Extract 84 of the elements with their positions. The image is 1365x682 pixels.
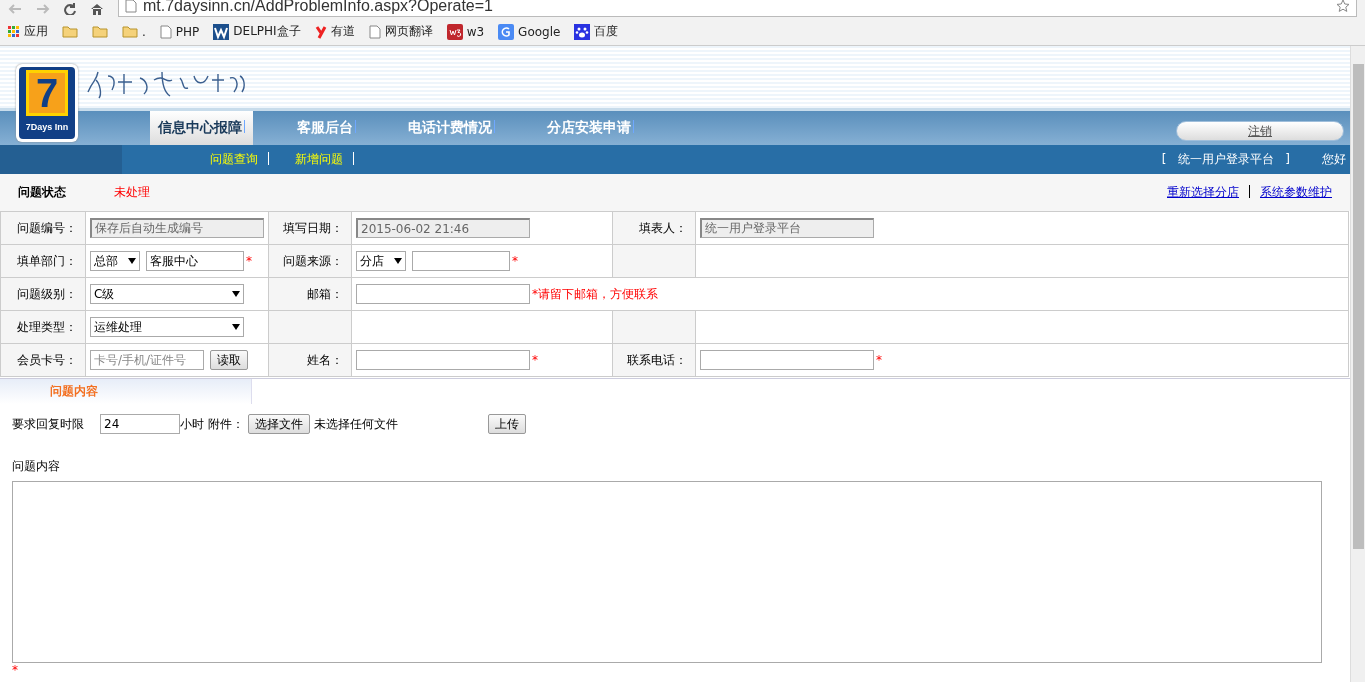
dropdown-arrow-icon	[232, 291, 240, 297]
folder-icon	[92, 25, 108, 38]
field-label: 问题来源：	[268, 244, 352, 278]
back-icon[interactable]	[8, 4, 22, 14]
bookmark-item[interactable]: 网页翻译	[368, 23, 433, 40]
hours-unit: 小时	[180, 415, 204, 433]
field-label: 处理类型：	[0, 310, 86, 344]
bookmark-item[interactable]: w3	[446, 23, 485, 40]
home-icon[interactable]	[90, 3, 104, 15]
field-label: 问题编号：	[0, 211, 86, 245]
select-dropdown[interactable]: 运维处理	[90, 317, 244, 337]
select-dropdown[interactable]: C级	[90, 284, 244, 304]
hotel-logo: 7 7Days Inn	[16, 64, 78, 142]
readonly-field[interactable]: 2015-06-02 21:46	[356, 218, 530, 238]
bookmark-item[interactable]	[92, 25, 108, 38]
header-link[interactable]: 重新选择分店	[1167, 184, 1239, 201]
page-icon	[159, 24, 172, 39]
sub-nav-link[interactable]: 新增问题	[295, 151, 343, 168]
star-icon[interactable]	[1336, 0, 1350, 13]
attachment-label: 附件：	[208, 415, 244, 433]
choose-file-button[interactable]: 选择文件	[248, 414, 310, 434]
select-dropdown[interactable]: 总部	[90, 251, 140, 271]
field-label: 填写日期：	[268, 211, 352, 245]
bookmark-item[interactable]	[62, 25, 78, 38]
field-label: 姓名：	[268, 343, 352, 377]
bookmark-item[interactable]: PHP	[159, 24, 200, 39]
field-label: 问题级别：	[0, 277, 86, 311]
bookmark-item[interactable]: 有道	[314, 23, 355, 40]
required-note: *	[532, 353, 538, 367]
text-field[interactable]: 卡号/手机/证件号	[90, 350, 204, 370]
bookmark-item[interactable]: 应用	[8, 23, 48, 40]
field-label: 会员卡号：	[0, 343, 86, 377]
required-note: *	[512, 254, 518, 268]
page-icon	[125, 0, 137, 13]
required-note: *请留下邮箱，方便联系	[532, 285, 658, 303]
required-mark: *	[12, 663, 19, 677]
w-logo-icon	[213, 23, 230, 40]
hours-field[interactable]: 24	[100, 414, 180, 434]
dropdown-arrow-icon	[232, 324, 240, 330]
platform-label: [ 统一用户登录平台 ]	[1161, 151, 1290, 168]
no-file-text: 未选择任何文件	[314, 415, 399, 433]
folder-icon	[62, 25, 78, 38]
header-link[interactable]: 系统参数维护	[1260, 184, 1332, 201]
paw-icon	[574, 23, 591, 40]
required-note: *	[246, 254, 252, 268]
required-note: *	[876, 353, 882, 367]
upload-button[interactable]: 上传	[488, 414, 526, 434]
field-label: 邮箱：	[268, 277, 352, 311]
bookmark-item[interactable]: 百度	[574, 23, 619, 40]
g-logo-icon	[498, 23, 515, 40]
text-field[interactable]	[356, 350, 530, 370]
select-dropdown[interactable]: 分店	[356, 251, 406, 271]
nav-tab[interactable]: 信息中心报障	[150, 111, 253, 145]
dropdown-arrow-icon	[128, 258, 136, 264]
field-label: 联系电话：	[612, 343, 696, 377]
w3-logo-icon	[446, 23, 463, 40]
readonly-field[interactable]: 保存后自动生成编号	[90, 218, 264, 238]
dropdown-arrow-icon	[394, 258, 402, 264]
greeting-text: 您好	[1322, 151, 1346, 168]
bookmark-item[interactable]: .	[122, 24, 146, 39]
status-value: 未处理	[114, 184, 150, 201]
scrollbar[interactable]	[1350, 46, 1365, 682]
read-button[interactable]: 读取	[210, 350, 248, 370]
forward-icon[interactable]	[36, 4, 50, 14]
page-icon	[368, 24, 381, 39]
y-logo-icon	[314, 24, 327, 39]
bookmark-item[interactable]: Google	[498, 23, 561, 40]
text-field[interactable]	[700, 350, 874, 370]
text-field[interactable]: 客服中心	[146, 251, 244, 271]
text-field[interactable]	[412, 251, 510, 271]
reply-limit-label: 要求回复时限	[12, 415, 84, 433]
sub-nav-link[interactable]: 问题查询	[210, 151, 258, 168]
content-label: 问题内容	[12, 458, 61, 475]
field-label: 填单部门：	[0, 244, 86, 278]
address-bar[interactable]: mt.7daysinn.cn/AddProblemInfo.aspx?Operate=1	[118, 0, 1357, 17]
field-label: 填表人：	[612, 211, 696, 245]
text-field[interactable]	[356, 284, 530, 304]
readonly-field[interactable]: 统一用户登录平台	[700, 218, 874, 238]
folder-icon	[122, 25, 138, 38]
reload-icon[interactable]	[64, 3, 76, 15]
bookmark-item[interactable]: DELPHI盒子	[213, 23, 301, 40]
apps-grid-icon	[8, 25, 20, 38]
status-label: 问题状态	[18, 184, 67, 201]
logout-button[interactable]: 注销	[1176, 121, 1344, 141]
